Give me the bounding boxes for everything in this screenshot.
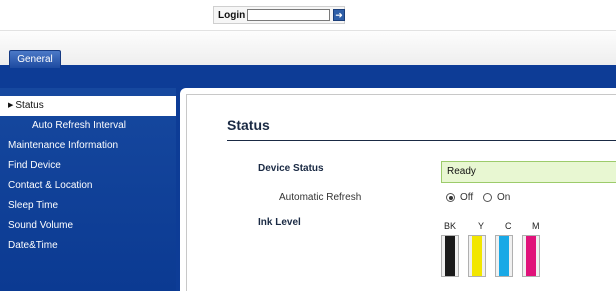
- sidebar-item-sound-volume[interactable]: Sound Volume: [0, 216, 176, 236]
- ink-fill-m: [526, 236, 536, 276]
- sidebar-item-label: Sleep Time: [8, 200, 59, 211]
- ink-fill-y: [472, 236, 482, 276]
- ink-gauge-y: [468, 235, 486, 277]
- ink-gauge-m: [522, 235, 540, 277]
- ink-fill-c: [499, 236, 509, 276]
- sidebar-item-maintenance-information[interactable]: Maintenance Information: [0, 136, 176, 156]
- tab-general[interactable]: General: [9, 50, 61, 68]
- sidebar-item-label: Auto Refresh Interval: [32, 120, 126, 131]
- ink-gauge-bk: [441, 235, 459, 277]
- sidebar-item-contact-location[interactable]: Contact & Location: [0, 176, 176, 196]
- sidebar-item-label: Contact & Location: [8, 180, 93, 191]
- login-submit-button[interactable]: ➜: [333, 9, 345, 21]
- top-bar: Login ➜: [0, 0, 616, 31]
- sidebar-item-status[interactable]: ▶ Status: [0, 96, 176, 116]
- device-status-value: Ready: [441, 161, 616, 183]
- sidebar-item-auto-refresh-interval[interactable]: Auto Refresh Interval: [0, 116, 176, 136]
- content-inner: Status Device Status Ready Automatic Ref…: [186, 94, 616, 291]
- automatic-refresh-label: Automatic Refresh: [279, 192, 362, 203]
- content-panel: Status Device Status Ready Automatic Ref…: [180, 88, 616, 291]
- auto-refresh-off-label: Off: [460, 192, 474, 203]
- auto-refresh-on-label: On: [497, 192, 511, 203]
- sidebar-item-label: Maintenance Information: [8, 140, 119, 151]
- sidebar-item-label: Find Device: [8, 160, 61, 171]
- ink-label-m: M: [532, 221, 540, 231]
- login-password-input[interactable]: [247, 9, 330, 21]
- page-title: Status: [227, 117, 270, 133]
- ink-level-label: Ink Level: [258, 217, 301, 228]
- login-label: Login: [218, 10, 246, 21]
- auto-refresh-on-radio[interactable]: [483, 193, 492, 202]
- title-divider: [227, 140, 616, 141]
- ink-label-y: Y: [478, 221, 485, 231]
- sidebar-item-label: Date&Time: [8, 240, 58, 251]
- sidebar-item-sleep-time[interactable]: Sleep Time: [0, 196, 176, 216]
- sidebar-item-find-device[interactable]: Find Device: [0, 156, 176, 176]
- sidebar-item-date-time[interactable]: Date&Time: [0, 236, 176, 256]
- sidebar-item-label: Status: [15, 100, 44, 111]
- triangle-right-icon: ▶: [8, 102, 14, 109]
- ink-gauge-c: [495, 235, 513, 277]
- ink-fill-bk: [445, 236, 455, 276]
- device-status-label: Device Status: [258, 163, 324, 174]
- ink-label-bk: BK: [444, 221, 457, 231]
- ink-label-c: C: [505, 221, 512, 231]
- sidebar-item-label: Sound Volume: [8, 220, 74, 231]
- sidebar: ▶ Status Auto Refresh Interval Maintenanc…: [0, 88, 176, 291]
- arrow-right-icon: ➜: [335, 10, 343, 20]
- tab-strip: [0, 31, 616, 65]
- login-box: Login ➜: [213, 6, 345, 24]
- auto-refresh-off-radio[interactable]: [446, 193, 455, 202]
